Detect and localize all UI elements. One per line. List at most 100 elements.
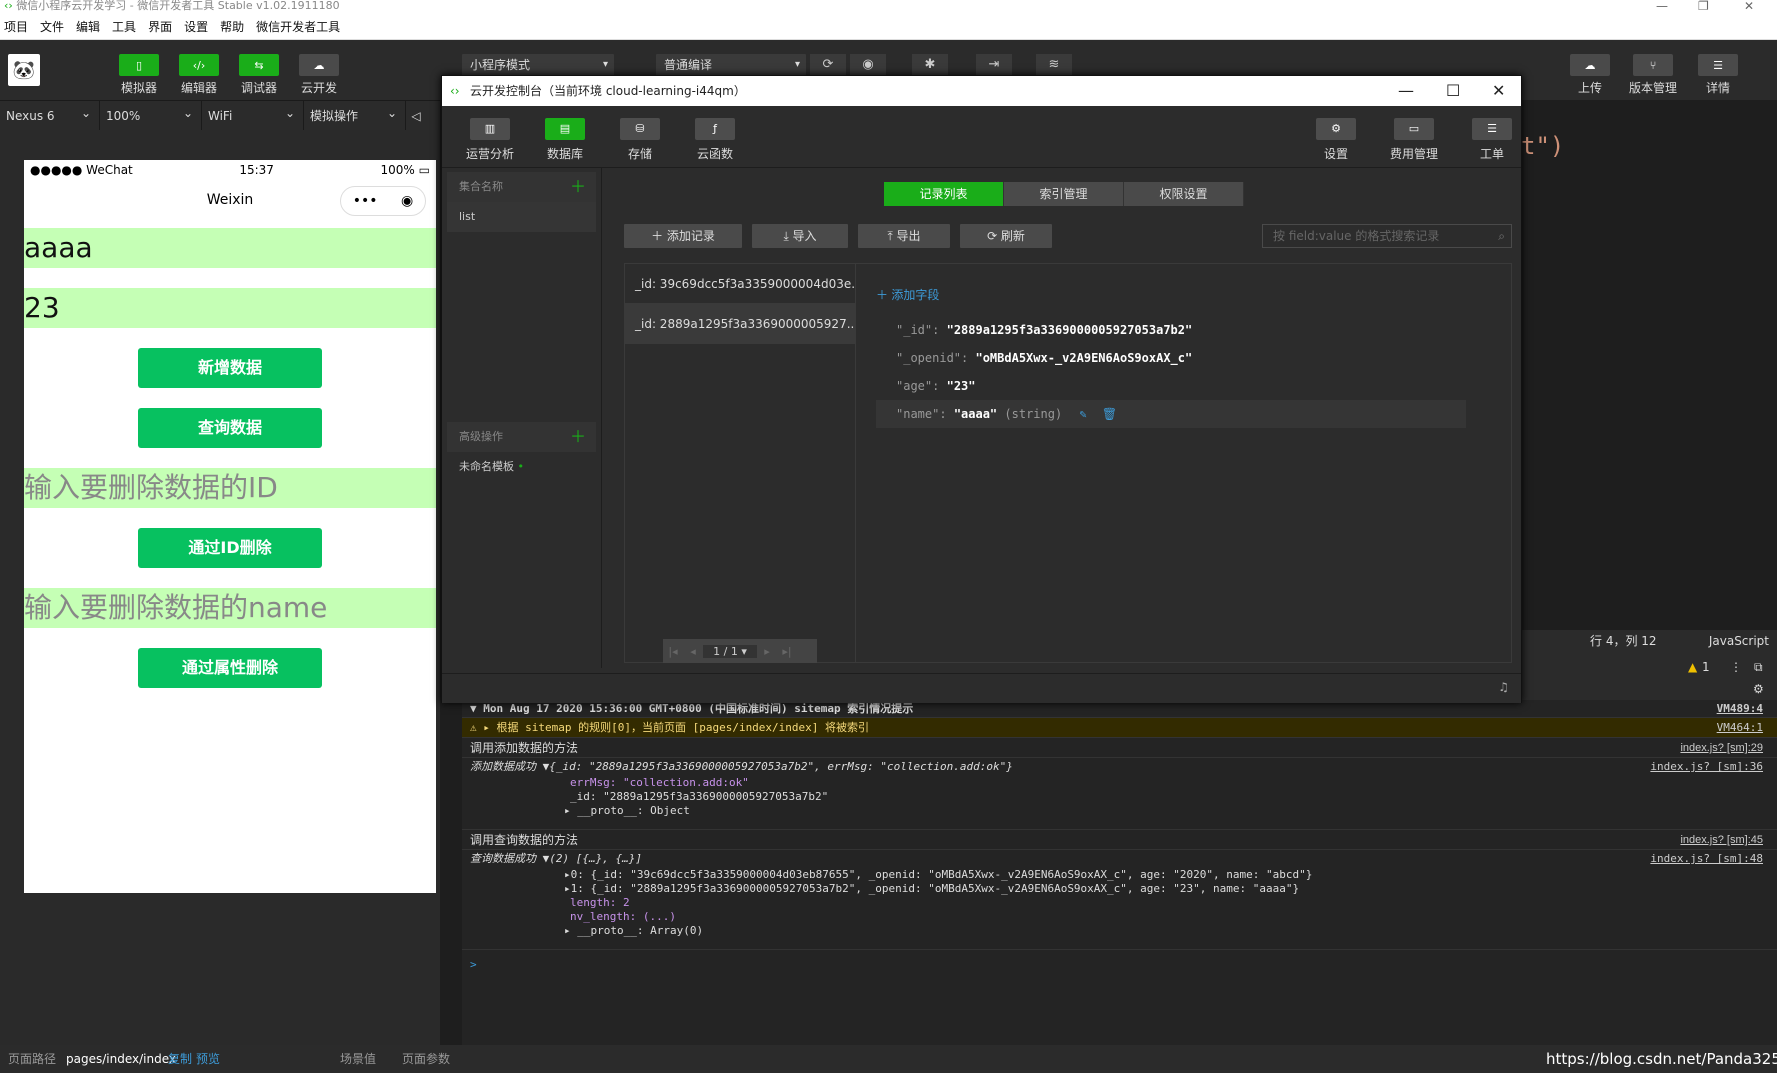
source-link[interactable]: VM464:1 bbox=[1717, 718, 1763, 738]
next-page-icon[interactable]: ▸ bbox=[757, 645, 777, 658]
preview-link[interactable]: 预览 bbox=[196, 1045, 220, 1073]
cloud-dev-button[interactable]: ☁ 云开发 bbox=[297, 54, 341, 96]
console-object-row[interactable]: 添加数据成功 ▼{_id: "2889a1295f3a3369000005927… bbox=[462, 758, 1777, 830]
minimize-icon[interactable]: — bbox=[1656, 0, 1668, 12]
add-data-button[interactable]: 新增数据 bbox=[138, 348, 322, 388]
dock-icon[interactable]: ⧉ bbox=[1754, 660, 1763, 675]
menu-help[interactable]: 帮助 bbox=[220, 18, 244, 35]
avatar[interactable]: 🐼 bbox=[8, 54, 40, 86]
menu-file[interactable]: 文件 bbox=[40, 18, 64, 35]
menu-devtools[interactable]: 微信开发者工具 bbox=[256, 18, 340, 35]
copy-link[interactable]: 复制 bbox=[168, 1045, 192, 1073]
capsule-menu[interactable]: ••• ◉ bbox=[340, 186, 426, 216]
add-record-button[interactable]: ＋ 添加记录 bbox=[624, 224, 742, 248]
menu-project[interactable]: 项目 bbox=[4, 18, 28, 35]
add-template-icon[interactable]: ＋ bbox=[570, 422, 586, 452]
console-prompt[interactable]: > bbox=[470, 958, 477, 971]
close-icon[interactable]: ✕ bbox=[1492, 76, 1505, 106]
gear-icon[interactable]: ⚙ bbox=[1753, 682, 1764, 696]
page-indicator[interactable]: 1 / 1 ▾ bbox=[703, 644, 757, 658]
add-collection-icon[interactable]: ＋ bbox=[570, 172, 586, 202]
source-link[interactable]: index.js? [sm]:48 bbox=[1650, 852, 1763, 865]
name-input[interactable]: aaaa bbox=[24, 228, 436, 268]
compile-select[interactable]: 普通编译 bbox=[656, 54, 806, 76]
simulator-button[interactable]: ▯ 模拟器 bbox=[117, 54, 161, 96]
source-link[interactable]: VM489:4 bbox=[1717, 700, 1763, 718]
warning-icon[interactable]: ▲ bbox=[1688, 660, 1697, 674]
details-button[interactable]: ☰ 详情 bbox=[1696, 54, 1740, 96]
more-icon[interactable]: ••• bbox=[353, 187, 378, 215]
prev-page-icon[interactable]: ◂ bbox=[683, 645, 703, 658]
target-icon[interactable]: ◉ bbox=[401, 187, 413, 215]
query-data-button[interactable]: 查询数据 bbox=[138, 408, 322, 448]
debugger-button[interactable]: ⇆ 调试器 bbox=[237, 54, 281, 96]
record-item[interactable]: _id: 39c69dcc5f3a3359000004d03e... bbox=[625, 264, 855, 304]
ticket-button[interactable]: ☰ 工单 bbox=[1464, 118, 1520, 162]
edit-icon[interactable]: ✎ bbox=[1079, 407, 1086, 421]
menu-settings[interactable]: 设置 bbox=[184, 18, 208, 35]
more-vert-icon[interactable]: ⋮ bbox=[1730, 660, 1742, 674]
device-select[interactable]: Nexus 6 bbox=[0, 98, 100, 131]
last-page-icon[interactable]: ▸| bbox=[777, 645, 797, 658]
search-icon[interactable]: ⌕ bbox=[1498, 225, 1505, 247]
restore-icon[interactable]: ❐ bbox=[1698, 0, 1709, 12]
menu-tools[interactable]: 工具 bbox=[112, 18, 136, 35]
tab-permissions[interactable]: 权限设置 bbox=[1124, 182, 1244, 206]
age-input[interactable]: 23 bbox=[24, 288, 436, 328]
export-button[interactable]: ⤒ 导出 bbox=[858, 224, 950, 248]
watermark: https://blog.csdn.net/Panda325 bbox=[1546, 1050, 1777, 1068]
delete-id-input[interactable]: 输入要删除数据的ID bbox=[24, 468, 436, 508]
sim-ops-select[interactable]: 模拟操作 bbox=[304, 98, 406, 131]
record-search-input[interactable]: 按 field:value 的格式搜索记录 ⌕ bbox=[1262, 224, 1512, 248]
tab-functions[interactable]: ƒ 云函数 bbox=[687, 118, 743, 162]
mode-select[interactable]: 小程序模式 bbox=[462, 54, 614, 76]
language-mode[interactable]: JavaScript bbox=[1709, 630, 1769, 652]
menu-edit[interactable]: 编辑 bbox=[76, 18, 100, 35]
close-icon[interactable]: ✕ bbox=[1744, 0, 1754, 12]
tab-database[interactable]: ▤ 数据库 bbox=[537, 118, 593, 162]
import-button[interactable]: ⤓ 导入 bbox=[752, 224, 848, 248]
delete-by-name-button[interactable]: 通过属性删除 bbox=[138, 648, 322, 688]
delete-name-input[interactable]: 输入要删除数据的name bbox=[24, 588, 436, 628]
record-list: _id: 39c69dcc5f3a3359000004d03e... _id: … bbox=[624, 263, 856, 663]
refresh-icon[interactable]: ⟳ bbox=[810, 54, 846, 76]
trash-icon[interactable]: 🗑 bbox=[1102, 407, 1117, 421]
version-button[interactable]: ⑂ 版本管理 bbox=[1628, 54, 1678, 96]
card-icon: ▭ bbox=[1394, 118, 1434, 140]
page-params-button[interactable]: 页面参数 bbox=[402, 1045, 450, 1073]
source-link[interactable]: index.js? [sm]:45 bbox=[1680, 830, 1763, 850]
source-link[interactable]: index.js? [sm]:36 bbox=[1650, 760, 1763, 773]
layers-icon[interactable]: ≋ bbox=[1036, 54, 1072, 76]
collection-item-list[interactable]: list bbox=[447, 202, 596, 232]
template-item[interactable]: 未命名模板 • bbox=[447, 452, 596, 482]
code-editor[interactable]: t") bbox=[1520, 100, 1777, 625]
remote-debug-icon[interactable]: ⇥ bbox=[976, 54, 1012, 76]
billing-button[interactable]: ▭ 费用管理 bbox=[1386, 118, 1442, 162]
source-link[interactable]: index.js? [sm]:29 bbox=[1680, 738, 1763, 758]
menu-view[interactable]: 界面 bbox=[148, 18, 172, 35]
editor-button[interactable]: ‹/› 编辑器 bbox=[177, 54, 221, 96]
tab-analytics[interactable]: ▥ 运营分析 bbox=[462, 118, 518, 162]
console-array-row[interactable]: 查询数据成功 ▼(2) [{…}, {…}] ▸0: {_id: "39c69d… bbox=[462, 850, 1777, 950]
network-select[interactable]: WiFi bbox=[202, 98, 304, 131]
zoom-select[interactable]: 100% bbox=[100, 98, 202, 131]
scene-value-button[interactable]: 场景值 bbox=[340, 1045, 376, 1073]
tab-records[interactable]: 记录列表 bbox=[884, 182, 1004, 206]
bell-icon[interactable]: ♫ bbox=[1498, 680, 1509, 694]
delete-by-id-button[interactable]: 通过ID删除 bbox=[138, 528, 322, 568]
minimize-icon[interactable]: — bbox=[1398, 76, 1414, 106]
record-item-selected[interactable]: _id: 2889a1295f3a3369000005927... bbox=[625, 304, 855, 344]
tab-indexes[interactable]: 索引管理 bbox=[1004, 182, 1124, 206]
maximize-icon[interactable]: ☐ bbox=[1446, 76, 1460, 106]
bottom-status-bar: 页面路径 pages/index/index 复制 预览 场景值 页面参数 ht… bbox=[0, 1045, 1777, 1073]
first-page-icon[interactable]: |◂ bbox=[663, 645, 683, 658]
preview-eye-icon[interactable]: ◉ bbox=[850, 54, 886, 76]
tab-storage[interactable]: ⛁ 存储 bbox=[612, 118, 668, 162]
settings-button[interactable]: ⚙ 设置 bbox=[1308, 118, 1364, 162]
field-row-hover[interactable]: "name": "aaaa" (string) ✎ 🗑 bbox=[876, 400, 1466, 428]
upload-button[interactable]: ☁ 上传 bbox=[1568, 54, 1612, 96]
bug-icon[interactable]: ✱ bbox=[912, 54, 948, 76]
add-field-button[interactable]: ＋ 添加字段 bbox=[876, 286, 939, 303]
refresh-button[interactable]: ⟳ 刷新 bbox=[960, 224, 1052, 248]
speaker-icon[interactable]: ◁ bbox=[406, 109, 426, 123]
